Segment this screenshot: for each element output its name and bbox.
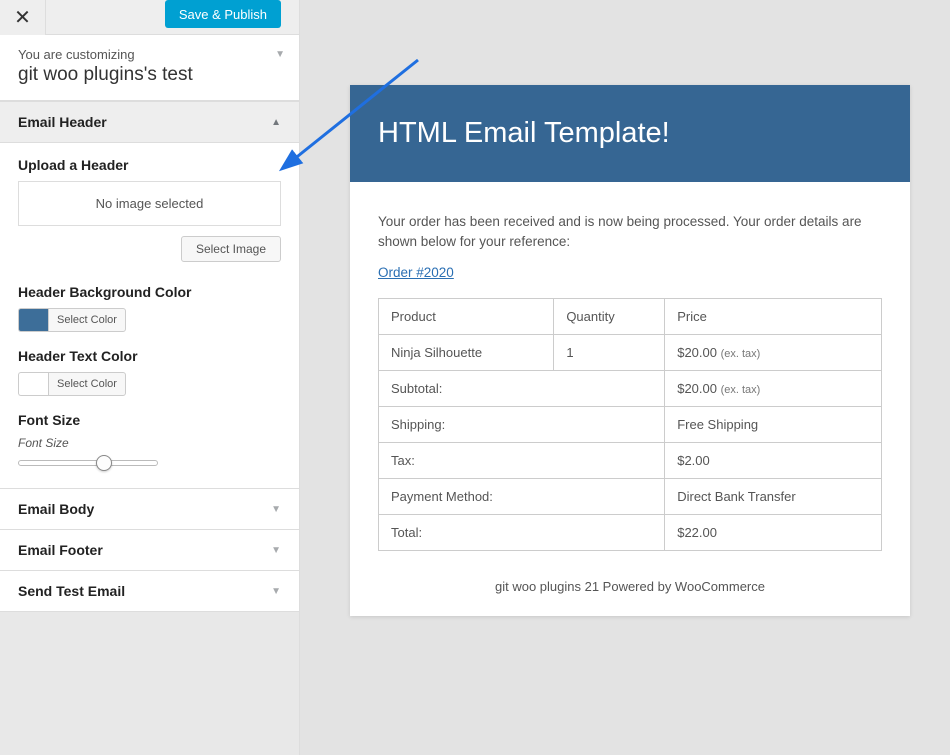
col-product: Product	[379, 298, 554, 334]
save-publish-button[interactable]: Save & Publish	[165, 0, 281, 28]
email-body-content: Your order has been received and is now …	[350, 182, 910, 616]
chevron-down-icon: ▼	[271, 586, 281, 597]
font-size-label: Font Size	[18, 412, 281, 428]
order-link[interactable]: Order #2020	[378, 265, 454, 280]
color-swatch	[18, 372, 48, 396]
table-row: Subtotal: $20.00 (ex. tax)	[379, 370, 882, 406]
col-price: Price	[665, 298, 882, 334]
order-intro-text: Your order has been received and is now …	[378, 212, 882, 253]
section-send-test-email[interactable]: Send Test Email ▼	[0, 570, 299, 612]
chevron-up-icon: ▲	[271, 117, 281, 128]
text-color-label: Header Text Color	[18, 348, 281, 364]
col-quantity: Quantity	[554, 298, 665, 334]
cell-shipping-label: Shipping:	[379, 406, 665, 442]
bg-color-label: Header Background Color	[18, 284, 281, 300]
email-header: HTML Email Template!	[350, 85, 910, 182]
section-email-footer[interactable]: Email Footer ▼	[0, 529, 299, 571]
table-row: Ninja Silhouette 1 $20.00 (ex. tax)	[379, 334, 882, 370]
slider-thumb[interactable]	[96, 455, 112, 471]
section-email-header-body: Upload a Header No image selected Select…	[0, 143, 299, 489]
table-header-row: Product Quantity Price	[379, 298, 882, 334]
select-image-button[interactable]: Select Image	[181, 236, 281, 262]
font-size-sublabel: Font Size	[18, 436, 281, 450]
cell-shipping-val: Free Shipping	[665, 406, 882, 442]
font-size-slider[interactable]	[18, 460, 281, 466]
customizer-sidebar: ✕ Save & Publish You are customizing git…	[0, 0, 300, 755]
top-bar: ✕ Save & Publish	[0, 0, 299, 35]
chevron-down-icon: ▼	[271, 504, 281, 515]
close-icon: ✕	[14, 5, 31, 30]
sidebar-filler	[0, 612, 299, 755]
table-row: Shipping: Free Shipping	[379, 406, 882, 442]
upload-dropzone[interactable]: No image selected	[18, 181, 281, 226]
cell-payment-val: Direct Bank Transfer	[665, 478, 882, 514]
cell-subtotal-val: $20.00 (ex. tax)	[665, 370, 882, 406]
chevron-down-icon: ▼	[275, 49, 285, 60]
section-title: Email Footer	[18, 542, 103, 558]
section-email-body[interactable]: Email Body ▼	[0, 488, 299, 530]
select-bg-color-button[interactable]: Select Color	[48, 308, 126, 332]
site-title: git woo plugins's test	[18, 64, 281, 86]
cell-qty: 1	[554, 334, 665, 370]
cell-subtotal-label: Subtotal:	[379, 370, 665, 406]
cell-total-val: $22.00	[665, 514, 882, 550]
email-footer-text: git woo plugins 21 Powered by WooCommerc…	[378, 551, 882, 604]
section-title: Email Header	[18, 114, 107, 130]
cell-payment-label: Payment Method:	[379, 478, 665, 514]
section-title: Email Body	[18, 501, 94, 517]
section-title: Send Test Email	[18, 583, 125, 599]
text-color-picker[interactable]: Select Color	[18, 372, 281, 396]
cell-total-label: Total:	[379, 514, 665, 550]
select-text-color-button[interactable]: Select Color	[48, 372, 126, 396]
cell-product: Ninja Silhouette	[379, 334, 554, 370]
customizing-context: You are customizing git woo plugins's te…	[0, 35, 299, 101]
cell-tax-label: Tax:	[379, 442, 665, 478]
section-email-header[interactable]: Email Header ▲	[0, 101, 299, 143]
order-table: Product Quantity Price Ninja Silhouette …	[378, 298, 882, 551]
preview-pane: HTML Email Template! Your order has been…	[300, 0, 950, 755]
chevron-down-icon: ▼	[271, 545, 281, 556]
cell-price: $20.00 (ex. tax)	[665, 334, 882, 370]
close-button[interactable]: ✕	[0, 0, 46, 35]
context-label: You are customizing	[18, 47, 281, 62]
table-row: Tax: $2.00	[379, 442, 882, 478]
table-row: Payment Method: Direct Bank Transfer	[379, 478, 882, 514]
table-row: Total: $22.00	[379, 514, 882, 550]
email-preview: HTML Email Template! Your order has been…	[350, 85, 910, 616]
upload-header-label: Upload a Header	[18, 157, 281, 173]
color-swatch	[18, 308, 48, 332]
bg-color-picker[interactable]: Select Color	[18, 308, 281, 332]
cell-tax-val: $2.00	[665, 442, 882, 478]
